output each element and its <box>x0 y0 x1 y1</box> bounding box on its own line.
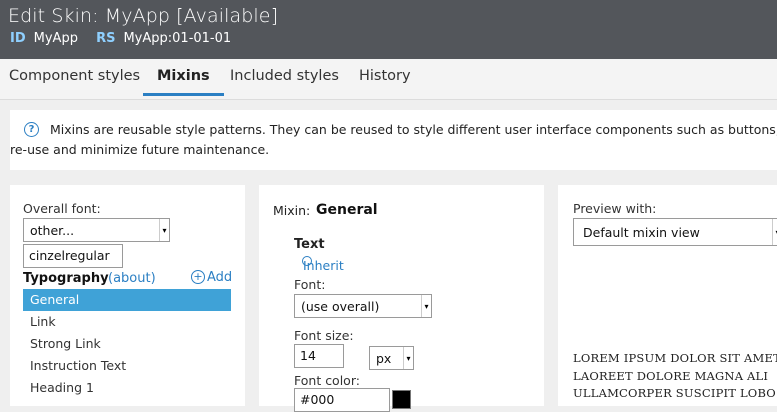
preview-select-value: Default mixin view <box>583 225 700 240</box>
info-line-1: Mixins are reusable style patterns. They… <box>50 122 777 137</box>
chevron-down-icon: ▾ <box>772 219 777 245</box>
font-unit-value: px <box>376 351 392 366</box>
color-swatch[interactable] <box>392 390 411 409</box>
header-meta: ID MyApp RS MyApp:01-01-01 <box>10 31 245 46</box>
mixin-item-link[interactable]: Link <box>23 311 231 333</box>
mixin-item-instruction-text[interactable]: Instruction Text <box>23 355 231 377</box>
about-link[interactable]: (about) <box>108 271 156 286</box>
overall-font-value: other... <box>30 223 75 238</box>
tab-bar: Component styles Mixins Included styles … <box>0 59 777 100</box>
font-unit-select[interactable]: px ▾ <box>369 346 414 370</box>
add-label: Add <box>207 270 233 285</box>
font-name-input[interactable]: cinzelregular <box>23 244 123 268</box>
tab-history[interactable]: History <box>359 59 411 93</box>
text-section-heading: Text <box>294 237 325 252</box>
font-size-input[interactable]: 14 <box>294 344 344 368</box>
mixin-item-general[interactable]: General <box>23 289 231 311</box>
rs-key: RS <box>96 31 116 46</box>
mixin-label: Mixin: <box>273 203 311 218</box>
mixin-editor-panel: Mixin: General Text Inherit Font: (use o… <box>259 185 544 412</box>
tab-component-styles[interactable]: Component styles <box>9 59 140 93</box>
preview-line: LAOREET DOLORE MAGNA ALI <box>573 368 769 383</box>
header-bar: Edit Skin: MyApp [Available] ID MyApp RS M… <box>0 0 777 59</box>
info-text: Mixins are reusable style patterns. They… <box>10 120 777 160</box>
tab-mixins[interactable]: Mixins <box>143 59 224 96</box>
preview-line: ULLAMCORPER SUSCIPIT LOBO <box>573 386 776 400</box>
chevron-down-icon: ▾ <box>421 295 431 317</box>
mixin-name: General <box>316 202 378 218</box>
preview-line: LOREM IPSUM DOLOR SIT AMET <box>573 351 777 365</box>
chevron-down-icon: ▾ <box>403 347 413 369</box>
font-size-label: Font size: <box>294 328 354 343</box>
page-title: Edit Skin: MyApp [Available] <box>8 5 279 27</box>
font-label: Font: <box>294 277 326 292</box>
font-select[interactable]: (use overall) ▾ <box>294 294 432 318</box>
mixin-item-strong-link[interactable]: Strong Link <box>23 333 231 355</box>
add-button[interactable]: + Add <box>191 270 232 285</box>
inherit-link[interactable]: Inherit <box>303 258 344 273</box>
overall-font-label: Overall font: <box>23 201 101 216</box>
rs-value: MyApp:01-01-01 <box>123 31 232 46</box>
overall-font-select[interactable]: other... ▾ <box>23 218 170 242</box>
preview-text: LOREM IPSUM DOLOR SIT AMET LAOREET DOLOR… <box>573 350 777 403</box>
font-color-label: Font color: <box>294 373 360 388</box>
info-banner: ? Mixins are reusable style patterns. Th… <box>10 110 777 170</box>
id-key: ID <box>10 31 26 46</box>
font-select-value: (use overall) <box>301 299 380 314</box>
info-line-2: re-use and minimize future maintenance. <box>10 142 270 157</box>
preview-select[interactable]: Default mixin view ▾ <box>573 218 777 246</box>
mixin-item-heading-1[interactable]: Heading 1 <box>23 377 231 399</box>
typography-panel: Overall font: other... ▾ cinzelregular T… <box>10 185 245 406</box>
id-value: MyApp <box>33 31 78 46</box>
typography-heading: Typography <box>23 271 109 286</box>
chevron-down-icon: ▾ <box>159 219 169 241</box>
preview-label: Preview with: <box>573 201 657 216</box>
font-color-input[interactable]: #000 <box>294 388 390 412</box>
tab-included-styles[interactable]: Included styles <box>230 59 339 93</box>
plus-icon: + <box>191 270 205 284</box>
